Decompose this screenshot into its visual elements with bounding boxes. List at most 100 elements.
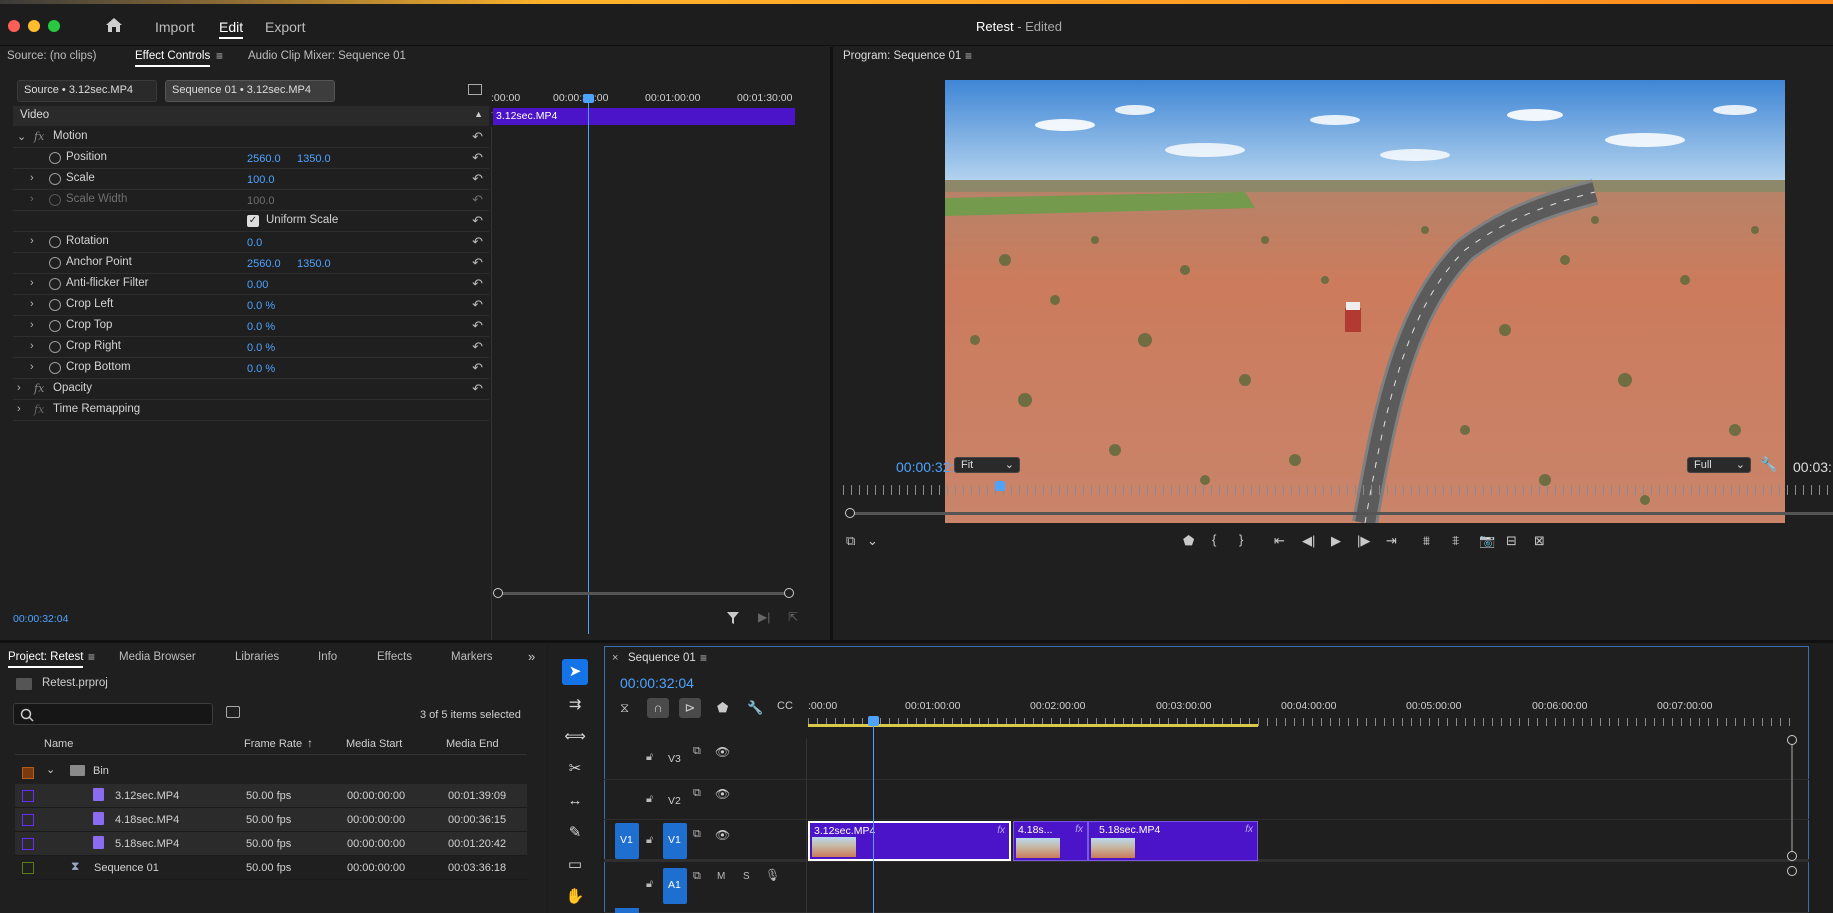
tab-source[interactable]: Source: (no clips) [7,50,96,62]
filter-icon[interactable] [726,611,740,625]
go-to-in-icon[interactable]: ⇤ [1274,533,1285,549]
tab-project[interactable]: Project: Retest [8,651,84,668]
collapse-triangle-icon[interactable]: ▲ [474,109,483,119]
tab-effects[interactable]: Effects [377,651,412,663]
reset-icon[interactable]: ↶ [472,318,483,334]
lock-icon[interactable]: 🔓︎ [646,751,653,764]
anchor-y-value[interactable]: 1350.0 [297,258,331,270]
lift-icon[interactable]: ⩩ [1423,533,1430,549]
export-icon[interactable]: ⇱ [788,610,798,624]
label-color-swatch[interactable] [22,838,34,850]
fx-icon[interactable]: fx [1075,824,1083,835]
slip-tool-icon[interactable]: ↔ [562,788,588,814]
crop-top-value[interactable]: 0.0 % [247,321,275,333]
microphone-icon[interactable]: 🎙︎ [765,868,780,882]
reset-icon[interactable]: ↶ [472,360,483,376]
chevron-right-icon[interactable]: › [17,382,21,394]
track-target-v1[interactable]: V1 [663,823,687,859]
stopwatch-icon[interactable] [49,278,61,290]
menu-export[interactable]: Export [265,19,305,35]
project-item-row[interactable]: 5.18sec.MP4 50.00 fps 00:00:00:00 00:01:… [15,832,527,856]
camera-icon[interactable]: 📷 [1479,533,1495,549]
tab-effect-controls[interactable]: Effect Controls [135,50,211,67]
wrench-icon[interactable]: 🔧 [1760,456,1777,473]
snap-magnet-icon[interactable]: ∩ [647,698,669,718]
stopwatch-icon[interactable] [49,152,61,164]
track-a1[interactable] [604,865,1809,913]
scroll-handle[interactable] [1787,866,1797,876]
scroll-handle[interactable] [1787,735,1797,745]
project-search-field[interactable] [13,703,213,725]
fx-icon[interactable]: fx [34,403,44,416]
extract-icon[interactable]: ⩨ [1452,533,1459,549]
add-marker-icon[interactable]: ⬟ [1183,533,1194,549]
reset-icon[interactable]: ↶ [472,255,483,271]
chevron-right-icon[interactable]: › [30,340,34,352]
home-icon[interactable] [105,17,123,33]
new-search-bin-icon[interactable] [226,706,240,718]
lock-icon[interactable]: 🔓︎ [646,793,653,806]
panel-menu-icon[interactable]: ≡ [700,651,707,665]
zoom-window-button[interactable] [48,20,60,32]
project-item-row[interactable]: ⧗ Sequence 01 50.00 fps 00:00:00:00 00:0… [15,856,527,880]
effect-controls-ruler[interactable]: :00:00 00:00:30:00 00:01:00:00 00:01:30:… [491,92,801,106]
column-frame-rate[interactable]: Frame Rate [244,738,302,750]
chevron-right-icon[interactable]: › [30,298,34,310]
source-patch-a1[interactable] [615,908,639,913]
chevron-right-icon[interactable]: › [30,277,34,289]
reset-icon[interactable]: ↶ [472,213,483,229]
chevron-right-icon[interactable]: › [30,361,34,373]
zoom-handle-right[interactable] [784,588,794,598]
go-to-out-icon[interactable]: ⇥ [1386,533,1397,549]
menu-edit[interactable]: Edit [219,19,244,39]
crop-bottom-value[interactable]: 0.0 % [247,363,275,375]
timeline-clip[interactable]: 3.12sec.MP4 fx [808,821,1011,861]
crop-left-value[interactable]: 0.0 % [247,300,275,312]
chevron-down-icon[interactable]: ⌄ [17,130,26,143]
fx-icon[interactable]: fx [1245,824,1253,835]
zoom-scrollbar[interactable] [497,592,790,595]
minimize-window-button[interactable] [28,20,40,32]
ripple-edit-tool-icon[interactable]: ⟺ [562,724,588,750]
mark-out-icon[interactable]: } [1239,532,1243,547]
track-select-tool-icon[interactable]: ⇉ [562,692,588,718]
label-color-swatch[interactable] [22,790,34,802]
reset-icon[interactable]: ↶ [472,129,483,145]
scroll-handle[interactable] [845,508,855,518]
property-row-opacity[interactable]: › fx Opacity ↶ [13,379,489,400]
tab-media-browser[interactable]: Media Browser [119,651,196,663]
effect-controls-playhead[interactable] [588,94,589,634]
add-marker-icon[interactable]: ⬟ [717,700,728,716]
subtab-source-clip[interactable]: Source • 3.12sec.MP4 [17,80,157,102]
tab-sequence[interactable]: Sequence 01 [628,652,696,664]
column-media-end[interactable]: Media End [446,738,499,750]
tab-audio-clip-mixer[interactable]: Audio Clip Mixer: Sequence 01 [248,50,406,62]
timeline-view-toggle-icon[interactable] [468,84,482,95]
sort-arrow-icon[interactable]: ↑ [307,736,313,750]
lock-icon[interactable]: 🔓︎ [646,834,653,847]
playhead-handle[interactable] [583,94,594,103]
solo-button[interactable]: S [743,871,750,882]
safe-margins-icon[interactable]: ⧉ [846,533,855,549]
position-x-value[interactable]: 2560.0 [247,153,281,165]
project-search-input[interactable] [38,706,208,722]
stopwatch-icon[interactable] [49,257,61,269]
label-color-swatch[interactable] [22,862,34,874]
mark-in-icon[interactable]: { [1212,532,1216,547]
timeline-clip[interactable]: 5.18sec.MP4 fx [1088,821,1258,861]
property-row-time-remapping[interactable]: › fx Time Remapping [13,400,489,421]
chevron-right-icon[interactable]: › [30,172,34,184]
reset-icon[interactable]: ↶ [472,381,483,397]
close-tab-icon[interactable]: × [612,652,618,664]
project-item-row[interactable]: 4.18sec.MP4 50.00 fps 00:00:00:00 00:00:… [15,808,527,832]
effect-controls-clip-bar[interactable]: 3.12sec.MP4 [493,108,795,125]
panel-menu-icon[interactable]: ≡ [965,49,972,63]
property-row-scale[interactable]: › Scale 100.0 ↶ [13,169,489,190]
property-row-anchor-point[interactable]: Anchor Point 2560.0 1350.0 ↶ [13,253,489,274]
scale-value[interactable]: 100.0 [247,174,275,186]
property-row-crop-left[interactable]: › Crop Left 0.0 % ↶ [13,295,489,316]
reset-icon[interactable]: ↶ [472,297,483,313]
reset-icon[interactable]: ↶ [472,339,483,355]
close-window-button[interactable] [8,20,20,32]
chevron-down-icon[interactable]: ⌄ [46,763,55,776]
